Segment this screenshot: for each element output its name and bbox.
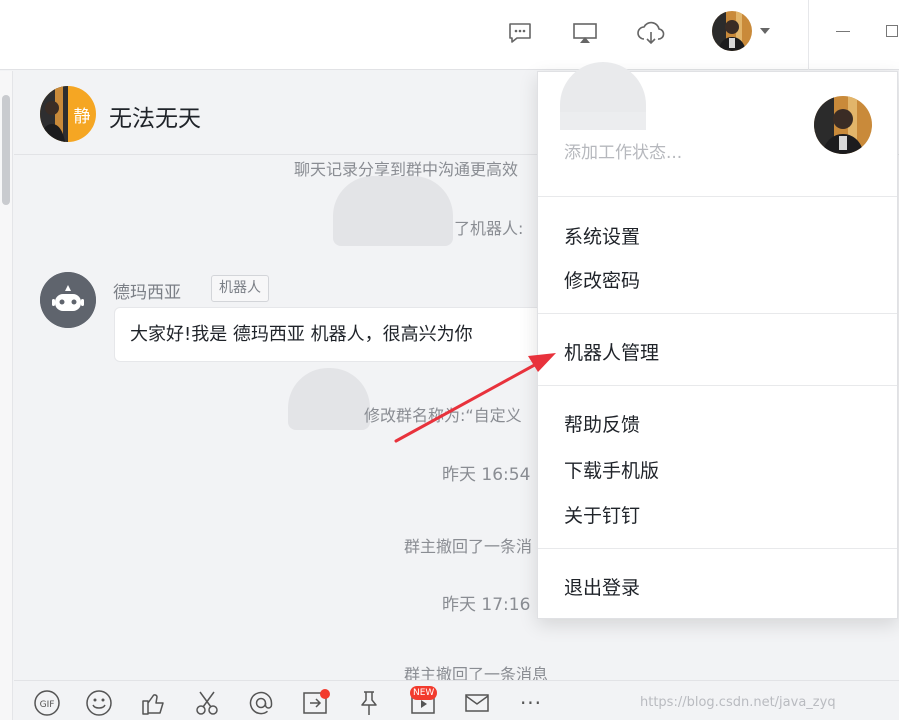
menu-item-about[interactable]: 关于钉钉 (564, 501, 640, 528)
user-avatar[interactable] (712, 11, 752, 51)
menu-item-download-mobile[interactable]: 下载手机版 (564, 456, 659, 483)
menu-divider (538, 548, 897, 549)
screen-share-icon[interactable] (570, 18, 600, 48)
scissors-icon[interactable] (192, 688, 222, 718)
menu-divider (538, 385, 897, 386)
minimize-button[interactable] (836, 31, 850, 32)
thumbs-up-icon[interactable] (138, 688, 168, 718)
group-avatar[interactable]: 静 (40, 86, 96, 142)
profile-avatar[interactable] (814, 96, 872, 154)
page-title: 无法无天 (109, 106, 201, 132)
menu-item-feedback[interactable]: 帮助反馈 (564, 410, 640, 437)
group-avatar-char: 静 (74, 107, 91, 127)
message-icon[interactable] (505, 18, 535, 48)
menu-item-robot-management[interactable]: 机器人管理 (564, 338, 659, 365)
forward-icon[interactable] (300, 688, 330, 718)
redacted-blur (288, 368, 370, 430)
menu-item-change-password[interactable]: 修改密码 (564, 266, 640, 293)
timestamp: 昨天 16:54 (442, 465, 531, 485)
watermark: https://blog.csdn.net/java_zyq (640, 695, 836, 710)
more-icon[interactable]: ··· (516, 688, 546, 718)
gif-label: GIF (40, 700, 55, 710)
menu-item-logout[interactable]: 退出登录 (564, 573, 640, 600)
maximize-button[interactable] (886, 25, 898, 37)
notification-dot (320, 689, 330, 699)
title-bar (0, 0, 899, 70)
message-bubble[interactable]: 大家好!我是 德玛西亚 机器人，很高兴为你 (114, 307, 544, 362)
menu-item-settings[interactable]: 系统设置 (564, 222, 640, 249)
redacted-blur (333, 176, 453, 246)
gif-icon[interactable]: GIF (32, 688, 62, 718)
mention-icon[interactable] (246, 688, 276, 718)
emoji-icon[interactable] (84, 688, 114, 718)
chevron-down-icon[interactable] (760, 28, 770, 34)
robot-tag: 机器人 (211, 275, 269, 302)
system-message: 群主撤回了一条消 (404, 537, 533, 556)
new-badge: NEW (410, 686, 438, 700)
redacted-blur (560, 112, 646, 130)
system-message: 修改群名称为:“自定义 (364, 406, 522, 425)
cloud-upload-icon[interactable] (636, 18, 666, 48)
sender-name[interactable]: 德玛西亚 (113, 278, 181, 303)
system-message: 了机器人: (454, 219, 524, 238)
scrollbar[interactable] (2, 95, 10, 205)
menu-divider (538, 196, 897, 197)
pin-icon[interactable] (354, 688, 384, 718)
bot-avatar[interactable] (40, 272, 96, 328)
work-status-input[interactable]: 添加工作状态... (564, 138, 682, 163)
user-menu-dropdown: 添加工作状态... 系统设置 修改密码 机器人管理 帮助反馈 下载手机版 关于钉… (537, 62, 898, 619)
menu-divider (538, 313, 897, 314)
mail-icon[interactable] (462, 688, 492, 718)
divider (808, 0, 809, 70)
timestamp: 昨天 17:16 (442, 595, 531, 615)
